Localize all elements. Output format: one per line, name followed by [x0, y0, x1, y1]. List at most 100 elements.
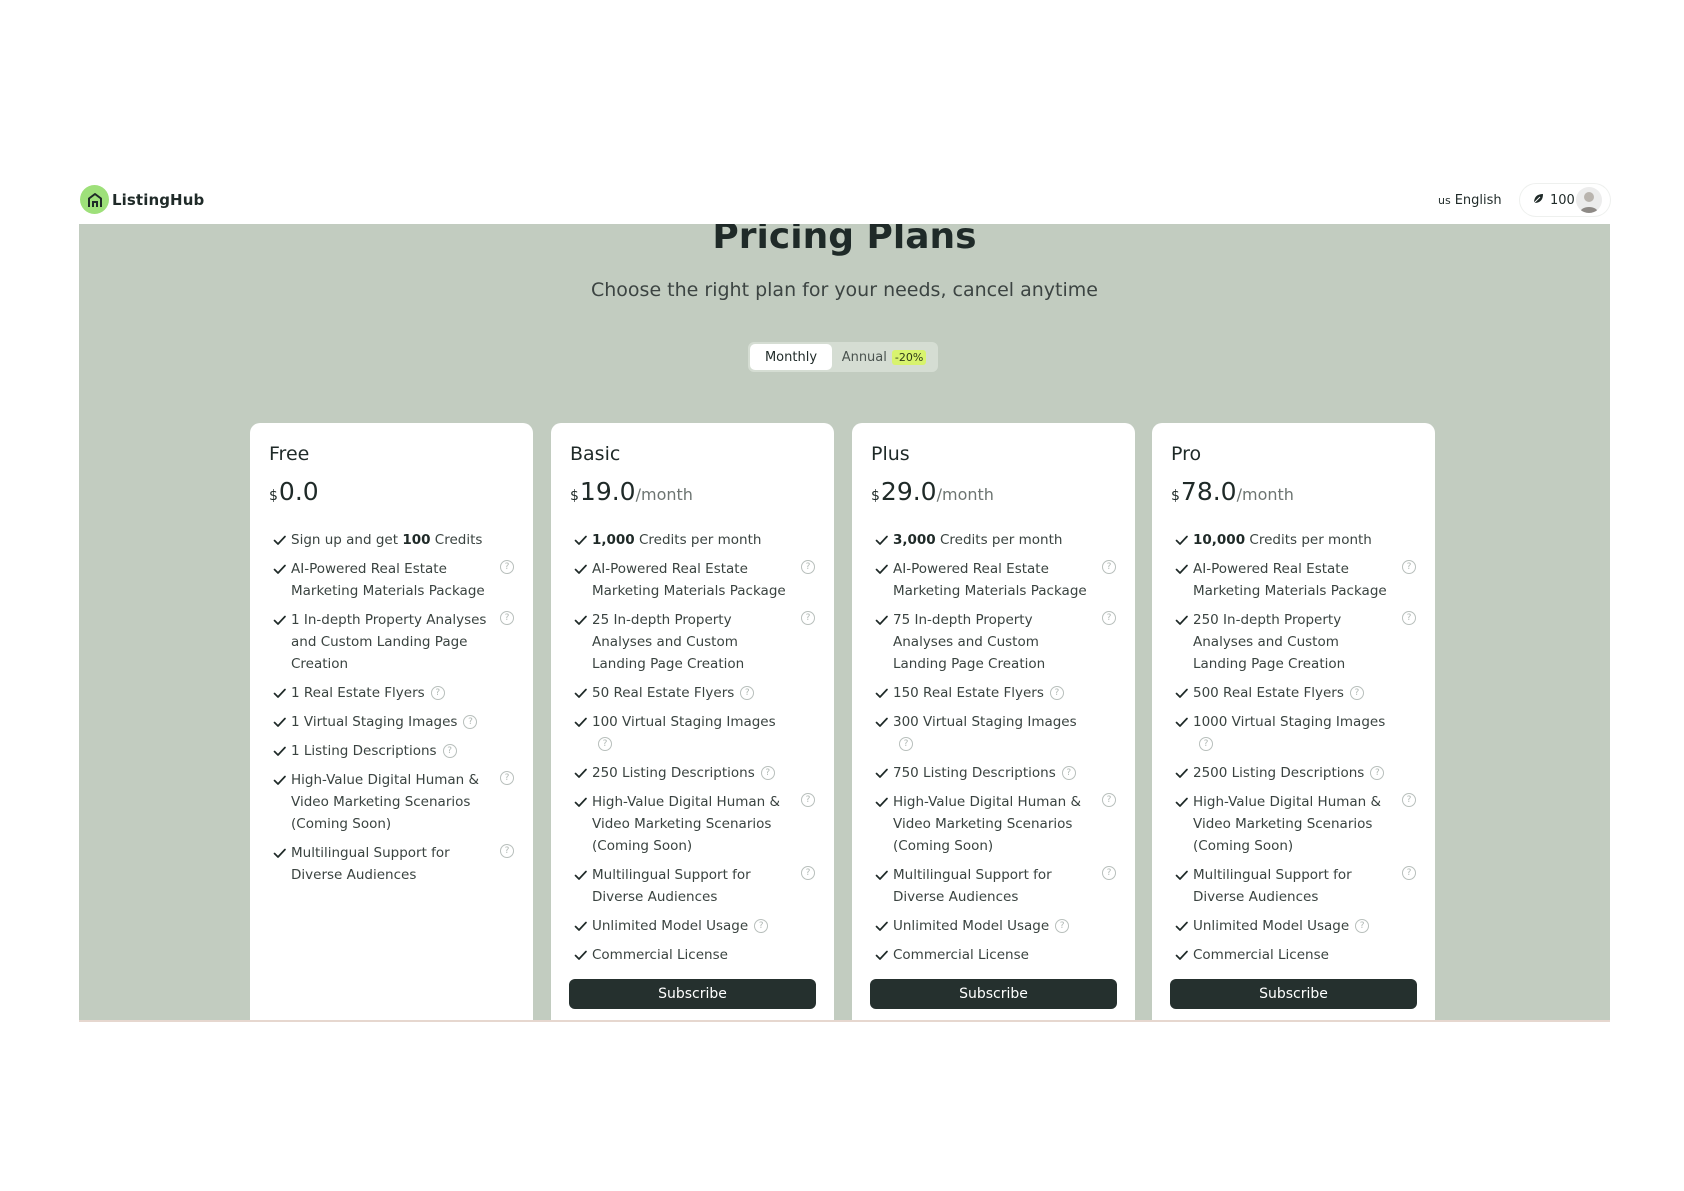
question-circle-icon[interactable]: ?	[598, 737, 612, 751]
feature-item: 75 In-depth Property Analyses and Custom…	[871, 609, 1116, 675]
question-circle-icon[interactable]: ?	[430, 686, 445, 700]
feature-label: 250 In-depth Property Analyses and Custo…	[1193, 612, 1346, 672]
plan-name: Free	[269, 443, 310, 465]
subscribe-button[interactable]: Subscribe	[569, 979, 816, 1009]
question-circle-icon[interactable]: ?	[1049, 686, 1064, 700]
question-circle-icon[interactable]: ?	[760, 766, 775, 780]
feature-label: 250 Listing Descriptions	[592, 765, 755, 781]
brand-logo[interactable]: ListingHub	[80, 185, 204, 214]
plan-name: Plus	[871, 443, 910, 465]
house-icon	[80, 185, 109, 214]
feature-highlight: 1,000	[592, 532, 635, 548]
credits-badge[interactable]: 100	[1520, 184, 1610, 216]
check-icon	[570, 762, 592, 784]
feature-item: 300 Virtual Staging Images?	[871, 711, 1116, 755]
feature-item: Unlimited Model Usage?	[570, 915, 815, 937]
annual-tab[interactable]: Annual -20%	[832, 344, 936, 370]
question-circle-icon[interactable]: ?	[1349, 686, 1364, 700]
feature-item: AI-Powered Real Estate Marketing Materia…	[570, 558, 815, 602]
feature-item: AI-Powered Real Estate Marketing Materia…	[871, 558, 1116, 602]
question-circle-icon[interactable]: ?	[740, 686, 755, 700]
feature-text: 50 Real Estate Flyers?	[592, 682, 755, 704]
feature-text: 1 Real Estate Flyers?	[291, 682, 445, 704]
feature-label: Credits	[430, 532, 483, 548]
feature-label: AI-Powered Real Estate Marketing Materia…	[893, 561, 1087, 599]
feature-label: 25 In-depth Property Analyses and Custom…	[592, 612, 745, 672]
feature-item: 25 In-depth Property Analyses and Custom…	[570, 609, 815, 675]
feature-prefix: Sign up and get	[291, 532, 403, 548]
question-circle-icon[interactable]: ?	[1370, 766, 1385, 780]
question-circle-icon[interactable]: ?	[801, 560, 815, 574]
question-circle-icon[interactable]: ?	[1402, 866, 1416, 880]
price-currency: $	[1171, 488, 1180, 504]
question-circle-icon[interactable]: ?	[1102, 560, 1116, 574]
check-icon	[1171, 944, 1193, 966]
page-title: Pricing Plans	[712, 224, 977, 257]
language-selector[interactable]: us English	[1438, 189, 1502, 211]
question-circle-icon[interactable]: ?	[1061, 766, 1076, 780]
question-circle-icon[interactable]: ?	[1102, 793, 1116, 807]
feature-text: Unlimited Model Usage?	[592, 915, 769, 937]
question-circle-icon[interactable]: ?	[1199, 737, 1213, 751]
feature-label: 1 In-depth Property Analyses and Custom …	[291, 612, 487, 672]
feature-label: High-Value Digital Human & Video Marketi…	[592, 794, 781, 854]
question-circle-icon[interactable]: ?	[1355, 919, 1370, 933]
app-window: ListingHub us English 100 Pricing Plans …	[79, 178, 1610, 1022]
feature-text: 1000 Virtual Staging Images?	[1193, 711, 1396, 755]
feature-label: AI-Powered Real Estate Marketing Materia…	[1193, 561, 1387, 599]
question-circle-icon[interactable]: ?	[754, 919, 769, 933]
feature-text: 1 In-depth Property Analyses and Custom …	[291, 609, 494, 675]
question-circle-icon[interactable]: ?	[801, 611, 815, 625]
question-circle-icon[interactable]: ?	[463, 715, 478, 729]
plan-price: $0.0	[269, 477, 514, 513]
feature-text: Commercial License	[893, 944, 1029, 966]
feature-item: 1 In-depth Property Analyses and Custom …	[269, 609, 514, 675]
feature-item: 50 Real Estate Flyers?	[570, 682, 815, 704]
feature-text: 3,000 Credits per month	[893, 529, 1062, 551]
feature-item: Commercial License	[871, 944, 1116, 966]
feature-label: Multilingual Support for Diverse Audienc…	[893, 867, 1052, 905]
question-circle-icon[interactable]: ?	[801, 793, 815, 807]
question-circle-icon[interactable]: ?	[1102, 866, 1116, 880]
feature-highlight: 100	[402, 532, 431, 548]
check-icon	[269, 609, 291, 631]
question-circle-icon[interactable]: ?	[500, 844, 514, 858]
leaf-icon	[1532, 192, 1545, 209]
check-icon	[570, 915, 592, 937]
feature-text: High-Value Digital Human & Video Marketi…	[893, 791, 1096, 857]
subscribe-button[interactable]: Subscribe	[870, 979, 1117, 1009]
feature-text: Multilingual Support for Diverse Audienc…	[592, 864, 795, 908]
check-icon	[269, 769, 291, 791]
feature-label: Multilingual Support for Diverse Audienc…	[592, 867, 751, 905]
subscribe-button[interactable]: Subscribe	[1170, 979, 1417, 1009]
feature-text: Commercial License	[592, 944, 728, 966]
question-circle-icon[interactable]: ?	[1402, 611, 1416, 625]
question-circle-icon[interactable]: ?	[1402, 793, 1416, 807]
feature-label: 500 Real Estate Flyers	[1193, 685, 1344, 701]
feature-label: 75 In-depth Property Analyses and Custom…	[893, 612, 1046, 672]
user-avatar[interactable]	[1576, 187, 1602, 213]
question-circle-icon[interactable]: ?	[801, 866, 815, 880]
feature-item: 250 Listing Descriptions?	[570, 762, 815, 784]
question-circle-icon[interactable]: ?	[500, 771, 514, 785]
feature-list: 10,000 Credits per month AI-Powered Real …	[1171, 529, 1416, 966]
feature-label: 2500 Listing Descriptions	[1193, 765, 1365, 781]
question-circle-icon[interactable]: ?	[500, 560, 514, 574]
feature-label: AI-Powered Real Estate Marketing Materia…	[592, 561, 786, 599]
feature-text: AI-Powered Real Estate Marketing Materia…	[592, 558, 795, 602]
feature-label: 100 Virtual Staging Images	[592, 714, 776, 730]
question-circle-icon[interactable]: ?	[899, 737, 913, 751]
question-circle-icon[interactable]: ?	[1055, 919, 1070, 933]
feature-label: High-Value Digital Human & Video Marketi…	[291, 772, 480, 832]
price-amount: 78.0	[1180, 477, 1237, 506]
feature-text: 150 Real Estate Flyers?	[893, 682, 1064, 704]
question-circle-icon[interactable]: ?	[1402, 560, 1416, 574]
question-circle-icon[interactable]: ?	[500, 611, 514, 625]
question-circle-icon[interactable]: ?	[1102, 611, 1116, 625]
brand-name: ListingHub	[112, 190, 205, 209]
monthly-tab[interactable]: Monthly	[750, 344, 832, 370]
question-circle-icon[interactable]: ?	[442, 744, 457, 758]
check-icon	[871, 711, 893, 733]
feature-text: 1,000 Credits per month	[592, 529, 761, 551]
price-period: /month	[1236, 485, 1294, 504]
